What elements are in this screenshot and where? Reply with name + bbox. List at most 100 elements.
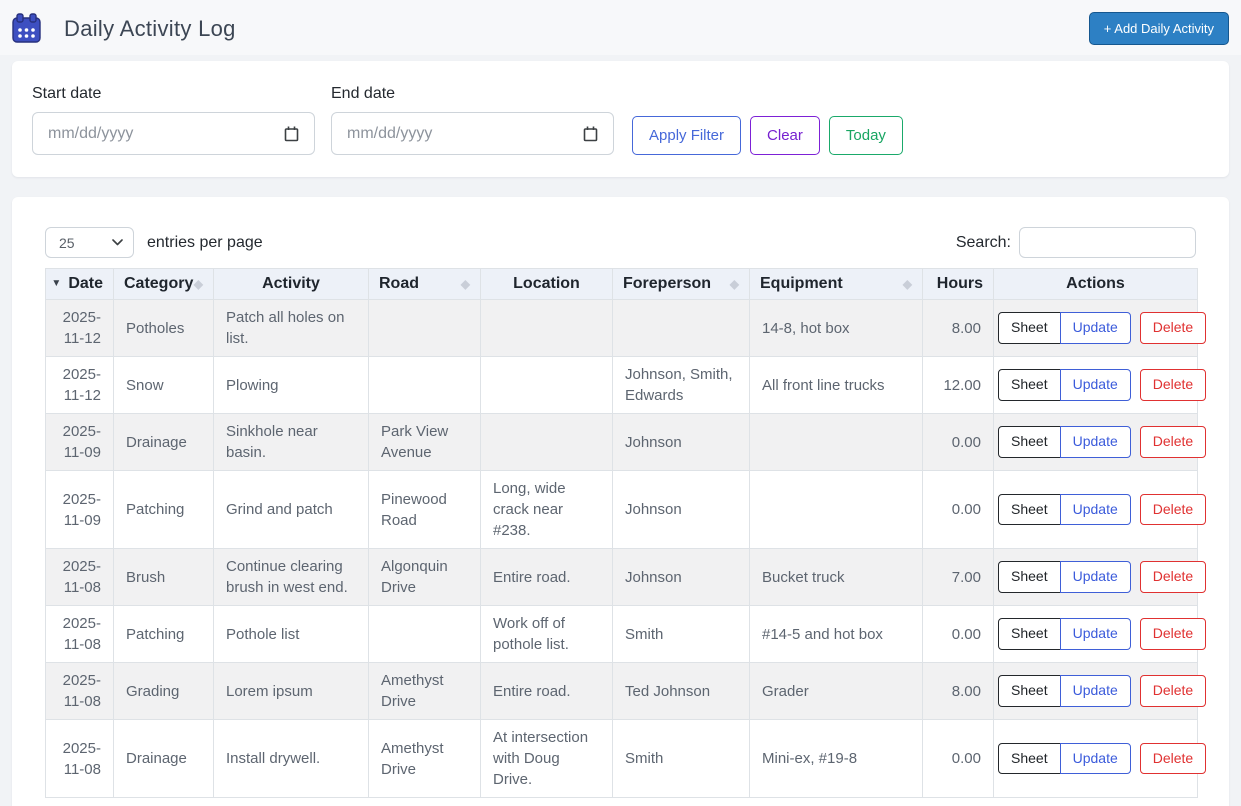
column-header-date[interactable]: ▼Date [46,269,114,300]
column-header-road[interactable]: Road◆ [369,269,481,300]
cell-road [369,606,481,663]
table-row: 2025-11-12PotholesPatch all holes on lis… [46,300,1198,357]
cell-foreperson: Ted Johnson [613,663,750,720]
sheet-button[interactable]: Sheet [998,426,1061,458]
update-button[interactable]: Update [1060,312,1131,344]
cell-foreperson: Smith [613,720,750,798]
apply-filter-button[interactable]: Apply Filter [632,116,741,155]
delete-button[interactable]: Delete [1140,743,1206,775]
sheet-button[interactable]: Sheet [998,618,1061,650]
sort-desc-icon: ▼ [51,279,61,289]
sort-icon: ◆ [730,278,739,290]
cell-date: 2025-11-12 [46,300,114,357]
cell-category: Brush [114,549,214,606]
table-row: 2025-11-08DrainageInstall drywell.Amethy… [46,720,1198,798]
start-date-label: Start date [32,85,315,103]
cell-date: 2025-11-08 [46,549,114,606]
cell-hours: 8.00 [923,663,994,720]
today-button[interactable]: Today [829,116,903,155]
entries-per-page-value: 25 [59,235,75,251]
cell-activity: Grind and patch [214,471,369,549]
cell-road: Pinewood Road [369,471,481,549]
cell-road: Amethyst Drive [369,663,481,720]
update-button[interactable]: Update [1060,675,1131,707]
cell-actions: SheetUpdateDelete [994,720,1198,798]
delete-button[interactable]: Delete [1140,561,1206,593]
delete-button[interactable]: Delete [1140,312,1206,344]
entries-per-page-label: entries per page [147,234,263,252]
sheet-button[interactable]: Sheet [998,369,1061,401]
update-button[interactable]: Update [1060,369,1131,401]
date-picker-icon[interactable] [284,126,299,142]
cell-road [369,300,481,357]
cell-actions: SheetUpdateDelete [994,663,1198,720]
cell-activity: Patch all holes on list. [214,300,369,357]
column-header-hours: Hours [923,269,994,300]
delete-button[interactable]: Delete [1140,426,1206,458]
clear-button[interactable]: Clear [750,116,820,155]
cell-road: Park View Avenue [369,414,481,471]
page-title: Daily Activity Log [64,16,236,42]
column-header-activity: Activity [214,269,369,300]
cell-equipment: 14-8, hot box [750,300,923,357]
cell-activity: Sinkhole near basin. [214,414,369,471]
start-date-input[interactable]: mm/dd/yyyy [32,112,315,155]
cell-date: 2025-11-09 [46,471,114,549]
table-row: 2025-11-08PatchingPothole listWork off o… [46,606,1198,663]
update-button[interactable]: Update [1060,618,1131,650]
cell-category: Patching [114,471,214,549]
cell-equipment: Grader [750,663,923,720]
cell-category: Patching [114,606,214,663]
activity-table-panel: 25 entries per page Search: ▼DateCategor… [12,197,1229,806]
end-date-label: End date [331,85,614,103]
cell-foreperson: Johnson [613,471,750,549]
cell-activity: Install drywell. [214,720,369,798]
table-row: 2025-11-09PatchingGrind and patchPinewoo… [46,471,1198,549]
delete-button[interactable]: Delete [1140,675,1206,707]
cell-actions: SheetUpdateDelete [994,357,1198,414]
cell-hours: 0.00 [923,720,994,798]
cell-actions: SheetUpdateDelete [994,300,1198,357]
table-row: 2025-11-09DrainageSinkhole near basin.Pa… [46,414,1198,471]
search-input[interactable] [1019,227,1196,258]
cell-actions: SheetUpdateDelete [994,606,1198,663]
cell-hours: 0.00 [923,414,994,471]
table-row: 2025-11-08BrushContinue clearing brush i… [46,549,1198,606]
update-button[interactable]: Update [1060,743,1131,775]
cell-actions: SheetUpdateDelete [994,414,1198,471]
cell-road: Algonquin Drive [369,549,481,606]
cell-activity: Lorem ipsum [214,663,369,720]
cell-hours: 12.00 [923,357,994,414]
end-date-input[interactable]: mm/dd/yyyy [331,112,614,155]
entries-per-page-select[interactable]: 25 [45,227,134,258]
cell-equipment: Bucket truck [750,549,923,606]
update-button[interactable]: Update [1060,494,1131,526]
delete-button[interactable]: Delete [1140,618,1206,650]
date-picker-icon[interactable] [583,126,598,142]
column-header-equipment[interactable]: Equipment◆ [750,269,923,300]
delete-button[interactable]: Delete [1140,369,1206,401]
cell-category: Grading [114,663,214,720]
delete-button[interactable]: Delete [1140,494,1206,526]
update-button[interactable]: Update [1060,561,1131,593]
add-daily-activity-button[interactable]: + Add Daily Activity [1089,12,1229,45]
cell-road [369,357,481,414]
cell-hours: 7.00 [923,549,994,606]
cell-location: Work off of pothole list. [481,606,613,663]
sheet-button[interactable]: Sheet [998,743,1061,775]
cell-location: Entire road. [481,663,613,720]
cell-activity: Continue clearing brush in west end. [214,549,369,606]
sheet-button[interactable]: Sheet [998,312,1061,344]
sheet-button[interactable]: Sheet [998,675,1061,707]
sheet-button[interactable]: Sheet [998,494,1061,526]
column-header-category[interactable]: Category◆ [114,269,214,300]
cell-date: 2025-11-09 [46,414,114,471]
update-button[interactable]: Update [1060,426,1131,458]
cell-hours: 8.00 [923,300,994,357]
sheet-button[interactable]: Sheet [998,561,1061,593]
column-header-foreperson[interactable]: Foreperson◆ [613,269,750,300]
table-row: 2025-11-08GradingLorem ipsumAmethyst Dri… [46,663,1198,720]
cell-equipment: All front line trucks [750,357,923,414]
cell-foreperson [613,300,750,357]
cell-hours: 0.00 [923,471,994,549]
